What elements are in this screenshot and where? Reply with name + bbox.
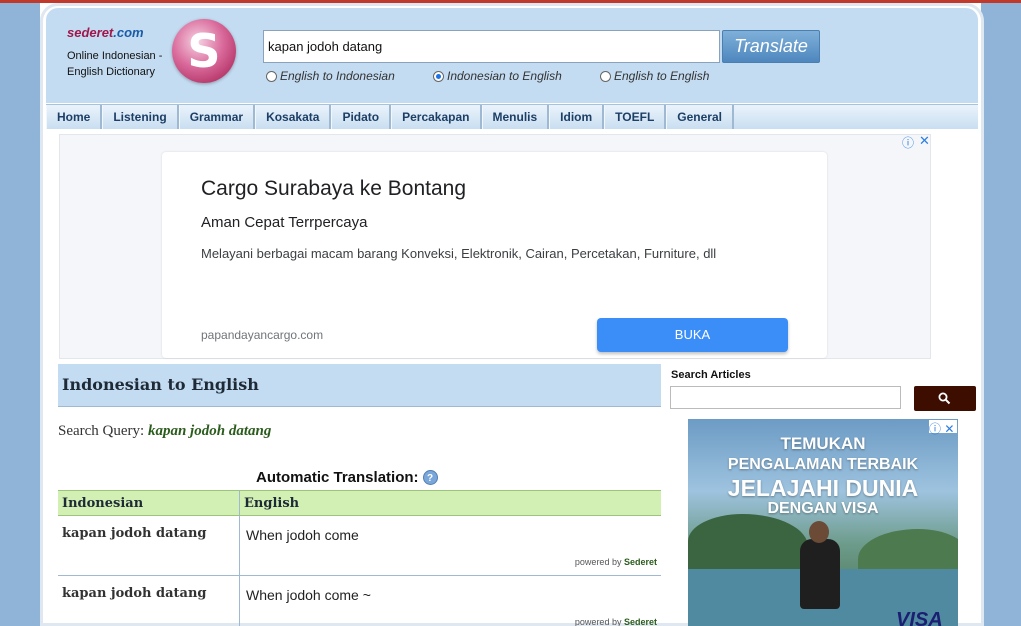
page-background-left (0, 3, 40, 626)
powered-prefix: powered by (574, 617, 622, 626)
header-indonesian: Indonesian (58, 491, 240, 515)
header-english: English (244, 496, 300, 511)
ad-description: Melayani berbagai macam barang Konveksi,… (201, 246, 717, 261)
auto-translation-label: Automatic Translation: (256, 469, 419, 486)
table-row: kapan jodoh datang When jodoh come ~ pow… (58, 576, 661, 626)
powered-by[interactable]: powered by Sederet (575, 557, 657, 567)
ad-island (688, 514, 808, 574)
site-name-text: sederet (67, 25, 114, 40)
radio-english-to-english[interactable]: English to English (600, 69, 709, 83)
search-articles-button[interactable] (914, 386, 976, 411)
search-articles-input[interactable] (670, 386, 901, 409)
radio-indonesian-to-english[interactable]: Indonesian to English (433, 69, 562, 83)
section-title: Indonesian to English (58, 364, 661, 407)
powered-brand[interactable]: Sederet (624, 617, 657, 626)
sidebar-ad-controls[interactable]: ⓘ ✕ (929, 420, 957, 436)
ad-line-4: DENGAN VISA (767, 500, 879, 517)
translation-table: Indonesian English kapan jodoh datang Wh… (58, 490, 661, 626)
radio-english-to-indonesian[interactable]: English to Indonesian (266, 69, 395, 83)
nav-percakapan[interactable]: Percakapan (391, 105, 482, 129)
logo-letter: S (187, 24, 221, 78)
nav-kosakata[interactable]: Kosakata (255, 105, 332, 129)
ad-subtitle: Aman Cepat Terrpercaya (201, 214, 368, 231)
logo[interactable]: S (172, 19, 236, 83)
nav-home[interactable]: Home (46, 105, 103, 129)
help-icon[interactable]: ? (422, 470, 438, 485)
query-value: kapan jodoh datang (147, 423, 272, 439)
search-query: Search Query: kapan jodoh datang (58, 423, 271, 440)
cell-english: When jodoh come ~ (246, 587, 371, 603)
ad-line-3: JELAJAHI DUNIA (727, 475, 919, 501)
ad-open-button[interactable]: BUKA (597, 318, 788, 352)
ad-domain[interactable]: papandayancargo.com (201, 328, 323, 342)
ad-close-icon[interactable]: ✕ (919, 133, 930, 149)
query-label: Search Query: (58, 423, 145, 439)
table-row: kapan jodoh datang When jodoh come power… (58, 516, 661, 576)
site-tagline: Online Indonesian - English Dictionary (67, 50, 163, 78)
nav-listening[interactable]: Listening (102, 105, 179, 129)
powered-prefix: powered by (574, 557, 622, 567)
translate-button[interactable]: Translate (722, 30, 820, 63)
nav-grammar[interactable]: Grammar (178, 105, 256, 129)
automatic-translation-heading: Automatic Translation: ? (256, 469, 438, 486)
nav-idiom[interactable]: Idiom (549, 105, 605, 129)
cell-indonesian: kapan jodoh datang (58, 576, 240, 626)
powered-by[interactable]: powered by Sederet (575, 617, 657, 626)
page-background-right (981, 3, 1021, 626)
search-articles-label: Search Articles (671, 369, 751, 381)
cell-indonesian: kapan jodoh datang (58, 516, 240, 575)
ad-line-2: PENGALAMAN TERBAIK (727, 456, 919, 473)
ad-traveler (800, 539, 840, 609)
nav-menulis[interactable]: Menulis (481, 105, 550, 129)
ad-line-1: TEMUKAN (780, 434, 866, 453)
radio-circle[interactable] (266, 70, 277, 82)
radio-circle[interactable] (600, 70, 611, 82)
ad-title[interactable]: Cargo Surabaya ke Bontang (201, 177, 466, 201)
site-name[interactable]: sederet.com (67, 25, 144, 40)
powered-brand[interactable]: Sederet (624, 557, 657, 567)
radio-circle-selected[interactable] (433, 70, 444, 82)
ad-info-icon[interactable]: ⓘ (929, 422, 941, 436)
sidebar-ad[interactable]: TEMUKAN PENGALAMAN TERBAIK JELAJAHI DUNI… (688, 419, 958, 626)
nav-pidato[interactable]: Pidato (331, 105, 392, 129)
nav-toefl[interactable]: TOEFL (604, 105, 667, 129)
search-icon (938, 392, 951, 405)
table-header: Indonesian English (58, 490, 661, 516)
main-nav: Home Listening Grammar Kosakata Pidato P… (46, 104, 978, 129)
cell-english: When jodoh come (246, 527, 359, 543)
site-domain-text: .com (113, 25, 144, 40)
ad-close-icon[interactable]: ✕ (944, 422, 954, 436)
nav-general[interactable]: General (666, 105, 734, 129)
ad-info-icon[interactable]: ⓘ (902, 134, 914, 151)
radio-label: English to Indonesian (280, 69, 395, 83)
visa-logo: VISA (896, 609, 943, 626)
radio-label: English to English (614, 69, 710, 83)
ad-traveler-head (809, 521, 829, 543)
radio-label: Indonesian to English (447, 69, 562, 83)
search-input[interactable]: kapan jodoh datang (263, 30, 720, 63)
